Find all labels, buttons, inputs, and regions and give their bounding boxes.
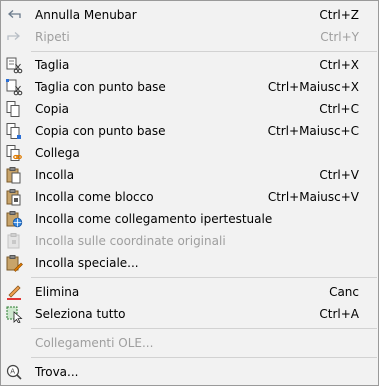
menu-item-shortcut: Ctrl+C	[319, 102, 359, 116]
menu-item-label: Seleziona tutto	[35, 307, 126, 321]
menu-item-shortcut: Canc	[329, 285, 359, 299]
menu-item-find[interactable]: A Trova...	[1, 361, 378, 383]
menu-item-paste-original-coords[interactable]: Incolla sulle coordinate originali	[1, 230, 378, 252]
menu-item-label: Taglia	[35, 58, 70, 72]
menu-item-shortcut: Ctrl+A	[319, 307, 359, 321]
menu-item-label: Incolla come blocco	[35, 190, 154, 204]
link-icon	[5, 144, 23, 162]
menu-separator	[31, 277, 377, 278]
menu-item-cut-basepoint[interactable]: Taglia con punto base Ctrl+Maiusc+X	[1, 76, 378, 98]
edit-context-menu: Annulla Menubar Ctrl+Z Ripeti Ctrl+Y Tag…	[0, 0, 379, 386]
cut-icon	[5, 56, 23, 74]
menu-item-paste-hyperlink[interactable]: Incolla come collegamento ipertestuale	[1, 208, 378, 230]
copy-basepoint-icon	[5, 122, 23, 140]
menu-item-shortcut: Ctrl+Y	[320, 30, 359, 44]
menu-item-shortcut: Ctrl+X	[319, 58, 359, 72]
paste-special-icon	[5, 254, 23, 272]
menu-item-label: Annulla Menubar	[35, 8, 137, 22]
menu-separator	[31, 357, 377, 358]
menu-item-label: Incolla come collegamento ipertestuale	[35, 212, 273, 226]
menu-separator	[31, 328, 377, 329]
menu-item-link[interactable]: Collega	[1, 142, 378, 164]
redo-icon	[5, 28, 23, 46]
menu-item-label: Ripeti	[35, 30, 70, 44]
menu-item-label: Collega	[35, 146, 80, 160]
menu-item-shortcut: Ctrl+Maiusc+X	[267, 80, 359, 94]
menu-item-erase[interactable]: Elimina Canc	[1, 281, 378, 303]
menu-item-copy-basepoint[interactable]: Copia con punto base Ctrl+Maiusc+C	[1, 120, 378, 142]
menu-item-label: Incolla speciale...	[35, 256, 139, 270]
menu-item-label: Copia con punto base	[35, 124, 166, 138]
menu-item-label: Incolla sulle coordinate originali	[35, 234, 226, 248]
paste-block-icon	[5, 188, 23, 206]
paste-hyperlink-icon	[5, 210, 23, 228]
menu-item-label: Copia	[35, 102, 70, 116]
menu-item-shortcut: Ctrl+V	[319, 168, 359, 182]
svg-text:A: A	[10, 368, 15, 376]
menu-item-paste[interactable]: Incolla Ctrl+V	[1, 164, 378, 186]
menu-item-shortcut: Ctrl+Maiusc+V	[267, 190, 359, 204]
menu-item-select-all[interactable]: Seleziona tutto Ctrl+A	[1, 303, 378, 325]
undo-icon	[5, 6, 23, 24]
paste-original-coords-icon	[5, 232, 23, 250]
menu-item-undo[interactable]: Annulla Menubar Ctrl+Z	[1, 4, 378, 26]
menu-item-label: Collegamenti OLE...	[35, 336, 154, 350]
menu-item-label: Taglia con punto base	[35, 80, 166, 94]
find-icon: A	[5, 363, 23, 381]
copy-icon	[5, 100, 23, 118]
menu-item-label: Trova...	[35, 365, 79, 379]
menu-item-shortcut: Ctrl+Z	[319, 8, 359, 22]
menu-item-label: Elimina	[35, 285, 80, 299]
cut-basepoint-icon	[5, 78, 23, 96]
menu-separator	[31, 51, 377, 52]
paste-icon	[5, 166, 23, 184]
menu-item-ole-links[interactable]: Collegamenti OLE...	[1, 332, 378, 354]
menu-item-paste-block[interactable]: Incolla come blocco Ctrl+Maiusc+V	[1, 186, 378, 208]
menu-item-redo[interactable]: Ripeti Ctrl+Y	[1, 26, 378, 48]
menu-item-cut[interactable]: Taglia Ctrl+X	[1, 54, 378, 76]
menu-item-label: Incolla	[35, 168, 75, 182]
select-all-icon	[5, 305, 23, 324]
menu-item-paste-special[interactable]: Incolla speciale...	[1, 252, 378, 274]
menu-item-shortcut: Ctrl+Maiusc+C	[267, 124, 359, 138]
erase-icon	[5, 283, 23, 301]
menu-item-copy[interactable]: Copia Ctrl+C	[1, 98, 378, 120]
